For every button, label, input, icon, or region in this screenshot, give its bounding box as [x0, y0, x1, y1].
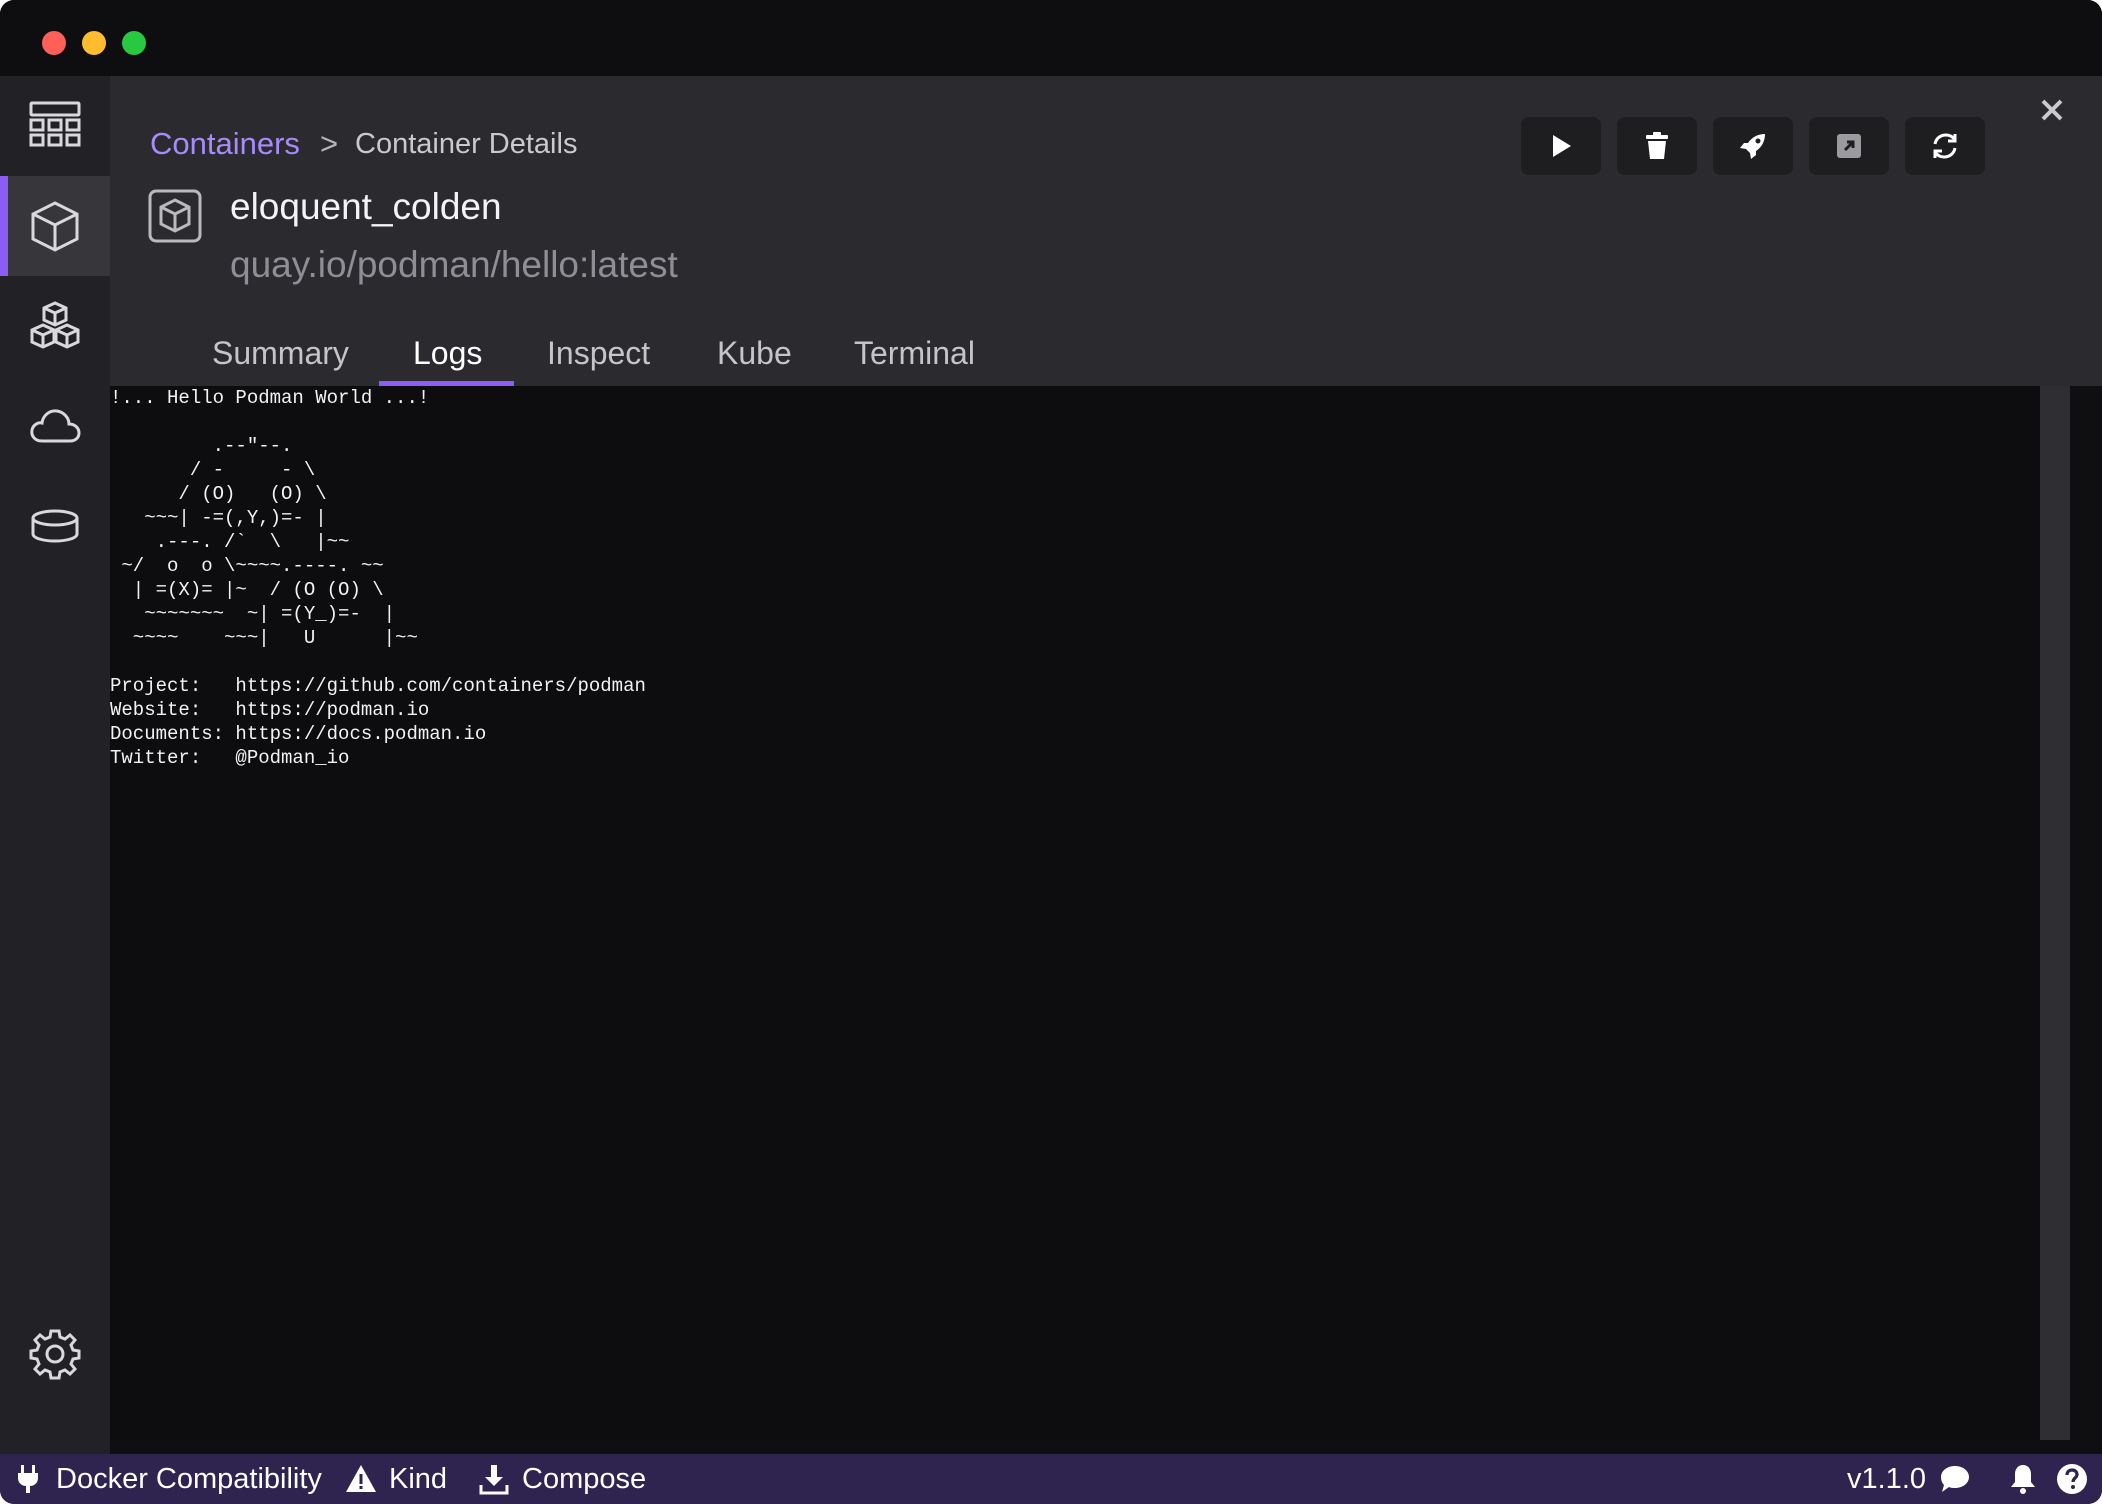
- tab-kube[interactable]: Kube: [717, 322, 792, 384]
- sidebar-item-containers[interactable]: [0, 176, 110, 276]
- tab-summary[interactable]: Summary: [212, 322, 349, 384]
- sidebar: [0, 76, 110, 1454]
- logs-scrollbar[interactable]: [2040, 386, 2070, 1440]
- help-button[interactable]: [2052, 1454, 2092, 1504]
- sidebar-item-pods[interactable]: [0, 276, 110, 376]
- open-external-button[interactable]: [1809, 117, 1889, 175]
- breadcrumb-containers-link[interactable]: Containers: [150, 126, 300, 162]
- tab-inspect[interactable]: Inspect: [547, 322, 650, 384]
- docker-compatibility-label: Docker Compatibility: [56, 1462, 322, 1495]
- bell-icon: [2011, 1465, 2035, 1494]
- docker-compatibility-item[interactable]: Docker Compatibility: [12, 1454, 322, 1504]
- compose-item[interactable]: Compose: [478, 1454, 646, 1504]
- external-link-icon: [1837, 134, 1861, 158]
- title-bar: [0, 0, 2102, 76]
- breadcrumb-separator: >: [320, 126, 339, 161]
- close-details-icon[interactable]: [2032, 90, 2072, 130]
- notifications-button[interactable]: [2003, 1454, 2043, 1504]
- dashboard-grid-icon: [29, 101, 81, 147]
- logs-output: !... Hello Podman World ...! .--"--. / -…: [110, 387, 646, 769]
- cloud-icon: [30, 409, 81, 443]
- tab-logs[interactable]: Logs: [378, 322, 515, 386]
- minimize-window-button[interactable]: [82, 31, 106, 55]
- rocket-icon: [1740, 134, 1765, 159]
- play-icon: [1553, 135, 1571, 157]
- sidebar-item-images[interactable]: [0, 376, 110, 476]
- delete-button[interactable]: [1617, 117, 1697, 175]
- app-window: Containers > Container Details eloquent_…: [0, 0, 2102, 1504]
- breadcrumb-current: Container Details: [355, 128, 578, 160]
- container-cube-icon: [31, 201, 79, 252]
- database-icon: [31, 509, 79, 543]
- start-button[interactable]: [1521, 117, 1601, 175]
- refresh-icon: [1933, 133, 1957, 159]
- container-icon: [148, 189, 202, 243]
- status-bar: Docker Compatibility Kind Compose v1.1.0: [0, 1454, 2102, 1504]
- warning-icon: [346, 1465, 376, 1492]
- sidebar-item-volumes[interactable]: [0, 476, 110, 576]
- feedback-button[interactable]: [1935, 1454, 1975, 1504]
- tab-bar: Summary Logs Inspect Kube Terminal: [110, 322, 1392, 388]
- gear-icon: [29, 1329, 81, 1380]
- container-name: eloquent_colden: [230, 186, 502, 227]
- kind-item[interactable]: Kind: [345, 1454, 447, 1504]
- help-icon: [2057, 1464, 2087, 1494]
- container-image: quay.io/podman/hello:latest: [230, 244, 678, 285]
- version-text: v1.1.0: [1847, 1462, 1926, 1495]
- version-label: v1.1.0: [1847, 1454, 1926, 1504]
- sidebar-item-dashboard[interactable]: [0, 76, 110, 176]
- tab-terminal[interactable]: Terminal: [854, 322, 975, 384]
- trash-icon: [1646, 132, 1668, 159]
- deploy-button[interactable]: [1713, 117, 1793, 175]
- maximize-window-button[interactable]: [122, 31, 146, 55]
- compose-label: Compose: [522, 1462, 647, 1495]
- logs-terminal[interactable]: !... Hello Podman World ...! .--"--. / -…: [110, 386, 2040, 1440]
- restart-button[interactable]: [1905, 117, 1985, 175]
- kind-label: Kind: [389, 1462, 448, 1495]
- pods-cubes-icon: [30, 301, 80, 349]
- download-icon: [479, 1465, 509, 1495]
- sidebar-item-settings[interactable]: [0, 1304, 110, 1404]
- plug-icon: [18, 1465, 38, 1493]
- chat-bubble-icon: [1941, 1466, 1969, 1492]
- close-window-button[interactable]: [42, 31, 66, 55]
